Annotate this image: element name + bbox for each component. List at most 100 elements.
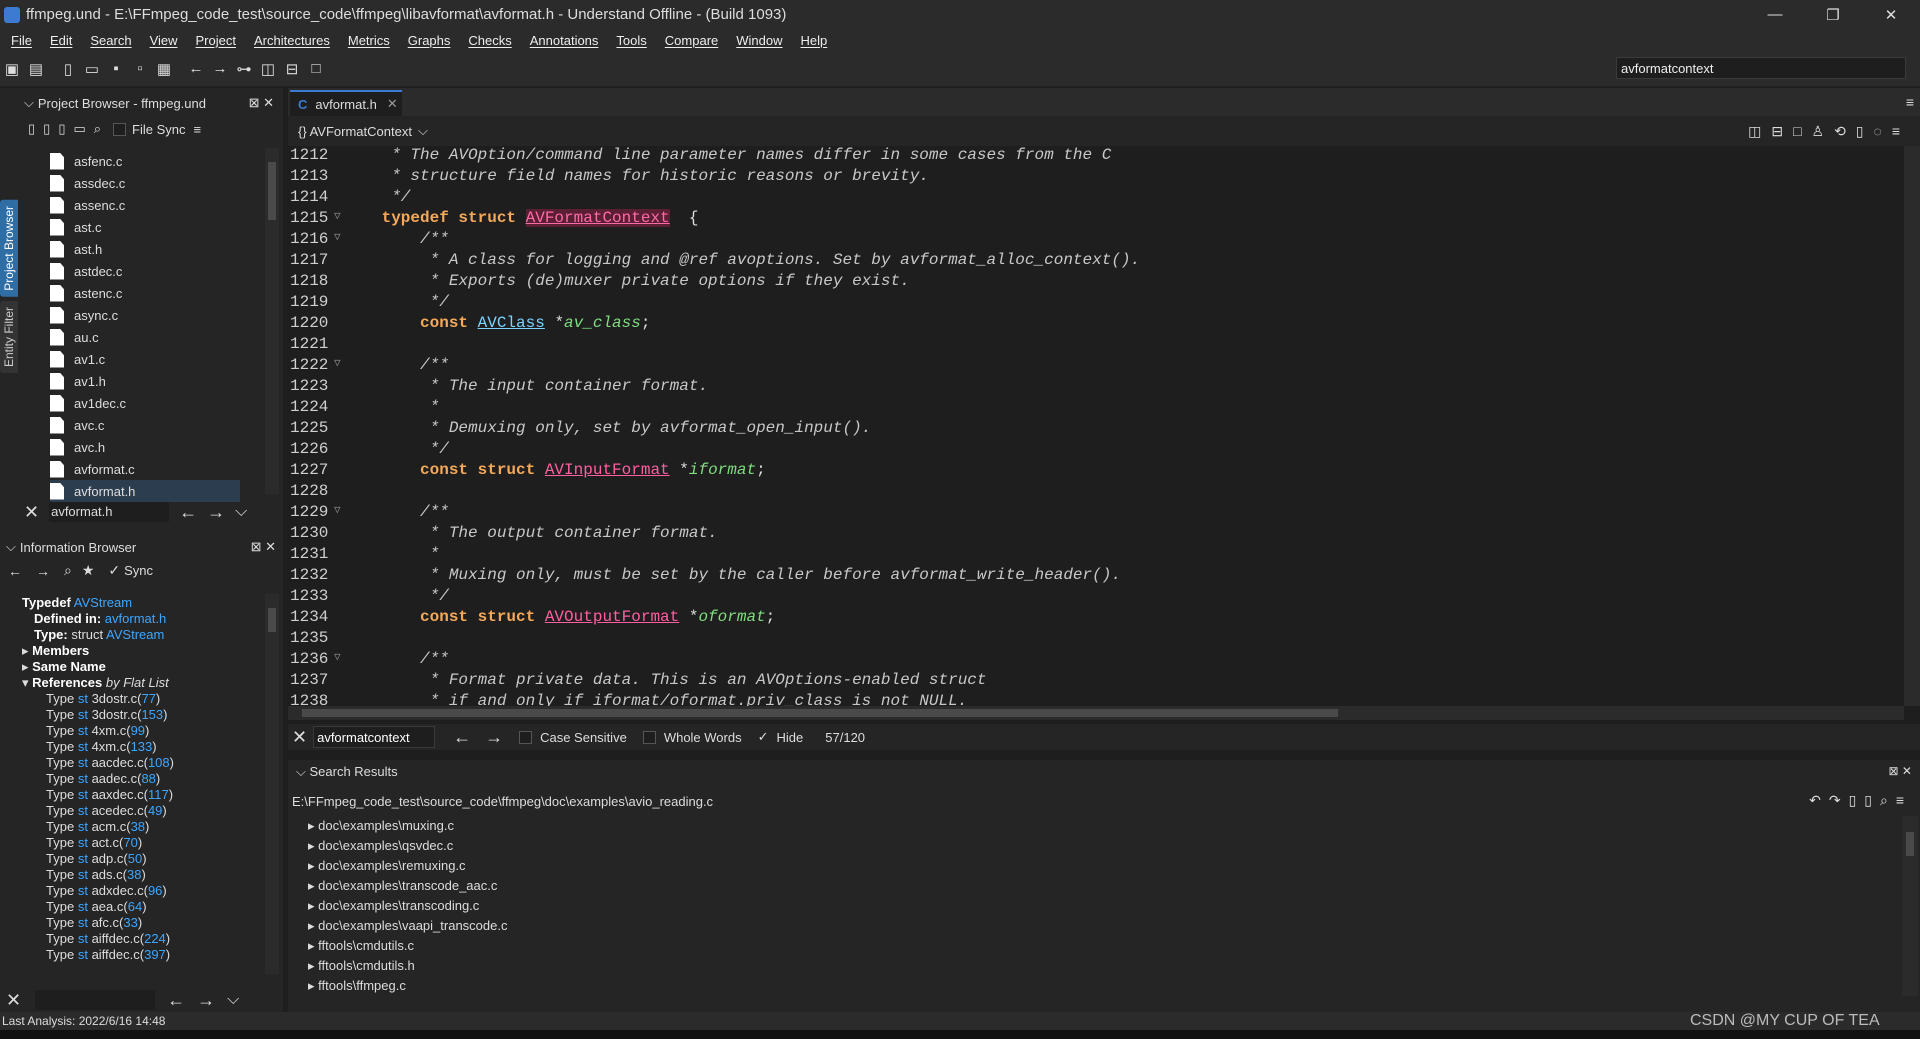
tab-avformat-h[interactable]: C avformat.h ✕ [290, 90, 402, 116]
results-tools-icon[interactable]: ↶↷▯▯⌕≡ [1809, 792, 1912, 809]
menu-window[interactable]: Window [736, 33, 782, 48]
next-icon[interactable]: → [207, 502, 225, 523]
fold-icon[interactable]: ▽ [334, 230, 341, 244]
type-name-link[interactable]: AVStream [106, 627, 164, 642]
reference-row[interactable]: Type st 3dostr.c(77) [46, 691, 160, 706]
find-input[interactable]: avformatcontext [313, 726, 436, 748]
reference-row[interactable]: Type st aadec.c(88) [46, 771, 160, 786]
menu-graphs[interactable]: Graphs [408, 33, 451, 48]
open-folder-icon[interactable]: ▭ [80, 57, 104, 81]
defined-in-link[interactable]: avformat.h [105, 611, 166, 626]
save-icon[interactable]: ▪ [104, 57, 128, 81]
menu-search[interactable]: Search [90, 33, 131, 48]
file-item[interactable]: av1.h [50, 370, 240, 392]
result-item[interactable]: ▸ doc\examples\transcoding.c [308, 898, 479, 914]
global-search-input[interactable]: avformatcontext [1616, 57, 1906, 79]
prev-icon[interactable]: ← [167, 990, 185, 1011]
expand-icon[interactable]: ▸ [308, 978, 315, 993]
reference-row[interactable]: Type st aacdec.c(108) [46, 755, 174, 770]
result-item[interactable]: ▸ fftools\cmdutils.c [308, 938, 414, 954]
file-item[interactable]: av1.c [50, 348, 240, 370]
expand-icon[interactable]: ▸ [308, 898, 315, 913]
split-vertical-icon[interactable]: ◫ [256, 57, 280, 81]
new-project-icon[interactable]: ▣ [0, 57, 24, 81]
tab-project-browser[interactable]: Project Browser [0, 200, 18, 297]
search-results-header[interactable]: ⌵ Search Results [296, 764, 398, 780]
forward-icon[interactable]: → [36, 563, 50, 579]
search-icon[interactable]: ⌕ [64, 562, 72, 579]
whole-words-checkbox[interactable] [642, 730, 656, 744]
back-icon[interactable]: ← [8, 563, 22, 579]
members-node[interactable]: ▸ Members [22, 643, 89, 659]
expand-icon[interactable]: ▸ [308, 818, 315, 833]
open-project-icon[interactable]: ▤ [24, 57, 48, 81]
collapse-icon[interactable]: ⌵ [24, 95, 34, 111]
menu-file[interactable]: File [11, 33, 32, 48]
info-scrollbar[interactable] [265, 594, 279, 974]
reference-row[interactable]: Type st 4xm.c(133) [46, 739, 157, 754]
tab-entity-filter[interactable]: Entity Filter [0, 300, 18, 373]
single-view-icon[interactable]: □ [304, 57, 328, 81]
dropdown-icon[interactable]: ⌵ [235, 503, 247, 521]
graph-icon[interactable]: ⊶ [232, 57, 256, 81]
reference-row[interactable]: Type st aiffdec.c(224) [46, 931, 170, 946]
result-item[interactable]: ▸ fftools\cmdutils.h [308, 958, 415, 974]
file-item[interactable]: astdec.c [50, 260, 240, 282]
menu-architectures[interactable]: Architectures [254, 33, 330, 48]
file-item[interactable]: avc.c [50, 414, 240, 436]
close-tab-icon[interactable]: ✕ [387, 96, 398, 112]
reference-row[interactable]: Type st aaxdec.c(117) [46, 787, 173, 802]
editor-tools-icon[interactable]: ◫⊟□♙⟲▯◌≡ [1748, 123, 1910, 140]
file-sync-checkbox[interactable] [113, 122, 127, 136]
expand-icon[interactable]: ▸ [308, 938, 315, 953]
file-item[interactable]: assenc.c [50, 194, 240, 216]
panel-controls-icon[interactable]: ⊠ ✕ [1889, 764, 1912, 778]
expand-icon[interactable]: ▸ [308, 958, 315, 973]
chevron-down-icon[interactable]: ⌵ [418, 123, 428, 139]
search-icon[interactable]: ⌕ [94, 121, 101, 137]
close-find-icon[interactable]: ✕ [292, 727, 307, 748]
fold-icon[interactable]: ▽ [334, 650, 341, 664]
dropdown-icon[interactable]: ⌵ [227, 991, 239, 1009]
new-file-icon[interactable]: ▯ [56, 57, 80, 81]
split-horizontal-icon[interactable]: ⊟ [280, 57, 304, 81]
menu-help[interactable]: Help [801, 33, 828, 48]
save-all-icon[interactable]: ▫ [128, 57, 152, 81]
tab-menu-icon[interactable]: ≡ [1906, 94, 1914, 110]
menu-checks[interactable]: Checks [468, 33, 511, 48]
file-item[interactable]: avc.h [50, 436, 240, 458]
references-node[interactable]: ▾ References by Flat List [22, 675, 169, 691]
file-item[interactable]: ast.c [50, 216, 240, 238]
fold-icon[interactable]: ▽ [334, 356, 341, 370]
same-name-node[interactable]: ▸ Same Name [22, 659, 106, 675]
close-button[interactable]: ✕ [1862, 6, 1920, 24]
menu-project[interactable]: Project [196, 33, 236, 48]
menu-icon[interactable]: ≡ [194, 122, 202, 137]
hide-checkbox[interactable]: ✓ [758, 729, 769, 745]
folder-icon[interactable]: ▭ [73, 121, 85, 137]
prev-icon[interactable]: ← [179, 502, 197, 523]
find-prev-icon[interactable]: ← [453, 727, 471, 748]
file-list-scrollbar[interactable] [265, 148, 279, 494]
add-file-icon[interactable]: ▯ [58, 121, 65, 137]
case-sensitive-checkbox[interactable] [519, 730, 533, 744]
reference-row[interactable]: Type st acedec.c(49) [46, 803, 167, 818]
result-item[interactable]: ▸ doc\examples\remuxing.c [308, 858, 466, 874]
reference-row[interactable]: Type st acm.c(38) [46, 819, 149, 834]
find-next-icon[interactable]: → [485, 727, 503, 748]
collapse-icon[interactable]: ⌵ [296, 764, 306, 779]
expand-icon[interactable]: ▸ [308, 838, 315, 853]
menu-compare[interactable]: Compare [665, 33, 718, 48]
menu-annotations[interactable]: Annotations [530, 33, 599, 48]
expand-icon[interactable]: ▸ [308, 878, 315, 893]
file-item[interactable]: asfenc.c [50, 150, 240, 172]
clear-filter-icon[interactable]: ✕ [24, 502, 39, 523]
info-filter-input[interactable] [35, 990, 156, 1010]
star-icon[interactable]: ★ [82, 562, 95, 579]
clear-filter-icon[interactable]: ✕ [6, 990, 21, 1011]
menu-edit[interactable]: Edit [50, 33, 72, 48]
file-item[interactable]: astenc.c [50, 282, 240, 304]
scope-selector[interactable]: {} AVFormatContext [298, 124, 412, 139]
reference-row[interactable]: Type st 4xm.c(99) [46, 723, 149, 738]
code-editor[interactable]: 1212 * The AVOption/command line paramet… [288, 146, 1900, 710]
